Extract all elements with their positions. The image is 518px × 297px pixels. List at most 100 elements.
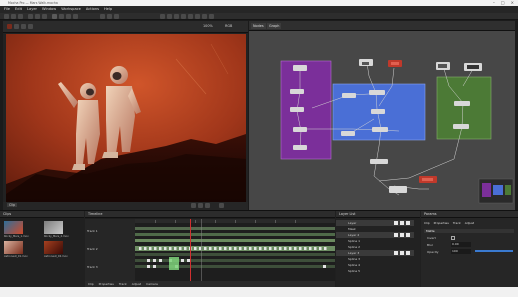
node-thumb: [391, 62, 399, 65]
params-tab[interactable]: Adjust: [465, 221, 474, 225]
bezier-tool-icon[interactable]: [59, 14, 64, 19]
track-label: Track 1: [87, 229, 98, 233]
matte-icon[interactable]: [406, 221, 410, 225]
brightness-icon[interactable]: [188, 14, 193, 19]
menu-help[interactable]: Help: [104, 6, 112, 13]
viewer-image[interactable]: [6, 34, 246, 202]
node-thumb: [438, 64, 447, 68]
rotate-icon[interactable]: [195, 14, 200, 19]
viewer-footer: Clip: [3, 202, 248, 210]
menu-actions[interactable]: Actions: [86, 6, 99, 13]
frame-icon[interactable]: [28, 24, 33, 29]
surface-icon[interactable]: [107, 14, 112, 19]
params-tab[interactable]: Clip: [424, 221, 430, 225]
layers-panel-title: Layer List: [339, 212, 356, 216]
next-frame-icon[interactable]: [205, 203, 210, 208]
params-panel-header: Params: [421, 211, 518, 218]
ellipse-tool-icon[interactable]: [73, 14, 78, 19]
menu-layer[interactable]: Layer: [27, 6, 37, 13]
backdrop-green: [436, 76, 492, 140]
playhead: [190, 219, 191, 288]
node: [293, 65, 307, 71]
view-select[interactable]: Clip: [7, 203, 18, 207]
matte-icon[interactable]: [406, 251, 410, 255]
node: [290, 89, 304, 94]
visibility-icon[interactable]: [394, 233, 398, 237]
settings-icon[interactable]: [209, 14, 214, 19]
new-icon[interactable]: [4, 14, 9, 19]
grid-icon[interactable]: [114, 14, 119, 19]
spline-tool-icon[interactable]: [52, 14, 57, 19]
status-bar: [0, 287, 518, 297]
node: [371, 109, 385, 114]
clip-thumbnail[interactable]: [44, 221, 63, 234]
menu-window[interactable]: Window: [42, 6, 56, 13]
menu-file[interactable]: File: [4, 6, 10, 13]
visibility-icon[interactable]: [394, 251, 398, 255]
clip-thumbnail[interactable]: [4, 241, 23, 254]
menu-edit[interactable]: Edit: [15, 6, 22, 13]
viewer-zoom[interactable]: 100%: [203, 24, 213, 28]
param-label: Invert: [427, 236, 436, 240]
params-tab[interactable]: Properties: [434, 221, 449, 225]
params-section: Matte: [424, 229, 514, 233]
minimap-green: [505, 185, 511, 195]
node: [389, 186, 407, 193]
open-icon[interactable]: [11, 14, 16, 19]
rect-tool-icon[interactable]: [66, 14, 71, 19]
timeline-panel: Timeline Track 1 Track 2 Track 3: [85, 211, 335, 288]
lock-icon[interactable]: [400, 233, 404, 237]
select-tool-icon[interactable]: [28, 14, 33, 19]
timeline-tracks[interactable]: [135, 219, 335, 288]
params-tab[interactable]: Track: [453, 221, 461, 225]
opacity-slider[interactable]: [475, 250, 513, 252]
layer-visibility-icon[interactable]: [160, 14, 165, 19]
viewer-panel: 100% RGB Clip: [3, 21, 248, 210]
matte-view-icon[interactable]: [167, 14, 172, 19]
node-thumb: [362, 62, 369, 65]
node-graph-panel: Nodes Graph: [249, 21, 515, 210]
params-panel-title: Params: [424, 212, 437, 216]
out-marker: [201, 219, 202, 288]
minimap-purple: [482, 183, 491, 197]
menu-bar: File Edit Layer Window Workspace Actions…: [0, 6, 518, 13]
tab-graph[interactable]: Graph: [267, 23, 282, 29]
color-icon[interactable]: [181, 14, 186, 19]
clips-panel: Clips Rocky_Mars_1.mov Rocky_Mars_2.mov …: [0, 211, 84, 288]
clip-thumbnail[interactable]: [44, 241, 63, 254]
link-icon[interactable]: [202, 14, 207, 19]
main-toolbar: [0, 13, 518, 20]
node-canvas[interactable]: [249, 31, 515, 210]
clips-panel-header: Clips: [0, 211, 84, 218]
blur-field[interactable]: 0.00: [451, 242, 471, 247]
save-icon[interactable]: [18, 14, 23, 19]
zoom-tool-icon[interactable]: [42, 14, 47, 19]
overlay-icon[interactable]: [174, 14, 179, 19]
tab-nodes[interactable]: Nodes: [251, 23, 266, 29]
clip-thumbnail[interactable]: [4, 221, 23, 234]
lock-icon[interactable]: [400, 251, 404, 255]
lock-icon[interactable]: [400, 221, 404, 225]
loop-icon[interactable]: [219, 203, 224, 208]
invert-checkbox[interactable]: [451, 236, 455, 240]
hand-tool-icon[interactable]: [35, 14, 40, 19]
clip-name: Rocky_Mars_2.mov: [44, 235, 69, 238]
backdrop-purple: [280, 60, 332, 160]
visibility-icon[interactable]: [394, 221, 398, 225]
node: [453, 124, 469, 129]
fit-icon[interactable]: [14, 24, 19, 29]
play-icon[interactable]: [198, 203, 203, 208]
matte-icon[interactable]: [406, 233, 410, 237]
track-icon[interactable]: [100, 14, 105, 19]
params-panel: Params Clip Properties Track Adjust Matt…: [421, 211, 518, 288]
view-mode-icon[interactable]: [7, 24, 12, 29]
clip-name: Astronaut_01.mov: [4, 255, 28, 258]
prev-frame-icon[interactable]: [191, 203, 196, 208]
pan-icon[interactable]: [21, 24, 26, 29]
node: [369, 90, 385, 95]
viewer-channel[interactable]: RGB: [225, 24, 232, 28]
opacity-field[interactable]: 100: [451, 249, 471, 254]
menu-workspace[interactable]: Workspace: [61, 6, 81, 13]
track-label: Track 2: [87, 247, 98, 251]
layer-switches: [394, 220, 418, 274]
